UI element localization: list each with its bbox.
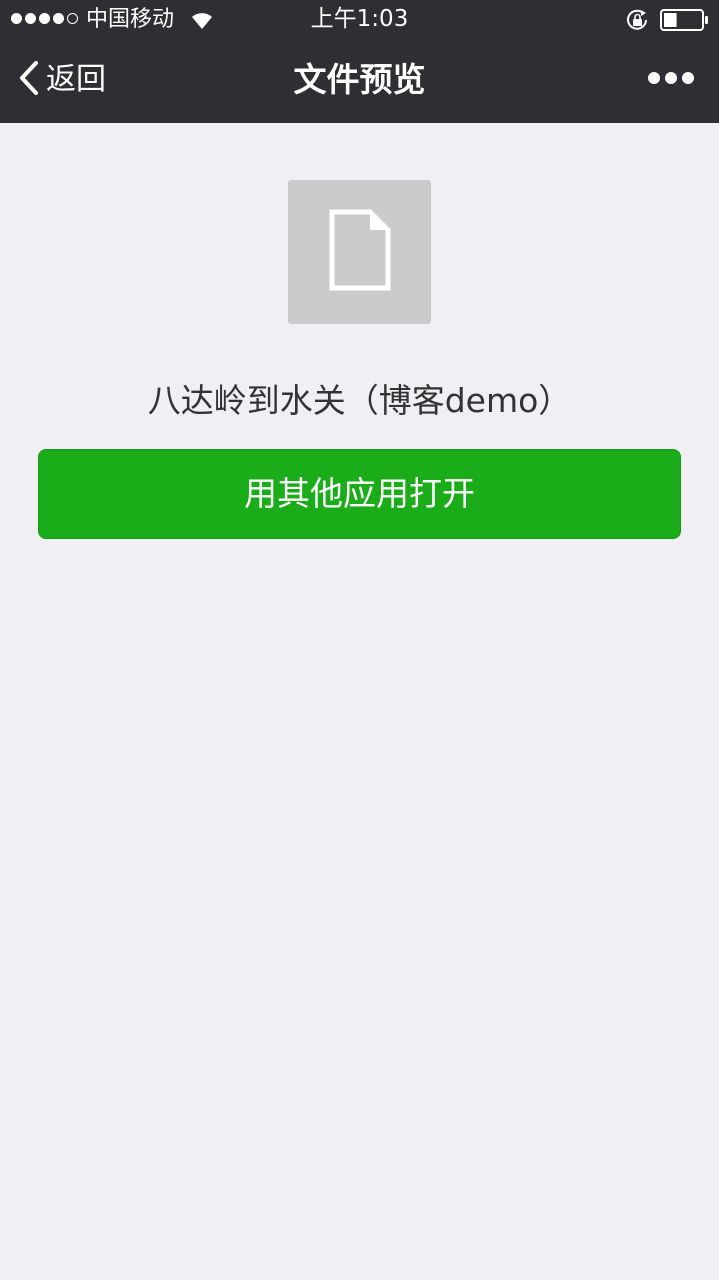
rotation-lock-icon: [625, 8, 651, 36]
battery-level: [664, 13, 677, 27]
more-icon[interactable]: [648, 72, 694, 84]
battery-icon: [660, 9, 710, 35]
page-title: 文件预览: [293, 60, 426, 99]
top-bar: 中国移动 上午1:03 返回 文件预览: [0, 0, 719, 123]
status-bar: 中国移动 上午1:03: [0, 0, 719, 40]
file-thumbnail: [288, 180, 431, 324]
status-time: 上午1:03: [310, 6, 409, 32]
open-with-other-app-button[interactable]: 用其他应用打开: [38, 449, 681, 539]
file-name: 八达岭到水关（博客demo）: [147, 381, 572, 420]
